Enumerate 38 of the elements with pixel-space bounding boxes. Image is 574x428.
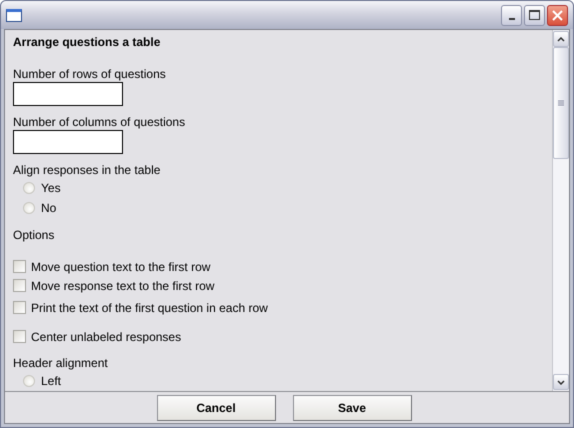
dialog-button[interactable]: Cancel xyxy=(156,394,276,420)
input-field[interactable] xyxy=(13,82,123,106)
checkbox[interactable] xyxy=(13,301,26,314)
maximize-button[interactable] xyxy=(524,4,545,26)
scrollbar[interactable] xyxy=(552,30,569,391)
checkbox-label: Center unlabeled responses xyxy=(31,328,182,344)
scroll-thumb[interactable] xyxy=(553,47,569,159)
minimize-icon xyxy=(508,18,514,20)
chevron-down-icon xyxy=(557,380,565,384)
close-icon xyxy=(552,10,563,20)
checkbox[interactable] xyxy=(13,330,26,343)
radio-button[interactable] xyxy=(23,375,35,387)
window-icon xyxy=(6,8,22,22)
radio-label: No xyxy=(41,200,56,216)
maximize-icon xyxy=(529,10,540,20)
input-field[interactable] xyxy=(13,130,123,154)
radio-button[interactable] xyxy=(23,202,35,214)
radio-label: Left xyxy=(41,373,62,389)
checkbox-label: Print the text of the first question in each row xyxy=(31,300,268,316)
chevron-up-icon xyxy=(557,36,565,42)
options-label: Options xyxy=(13,227,54,243)
radio-button[interactable] xyxy=(23,182,35,194)
checkbox-label: Move question text to the first row xyxy=(31,258,210,274)
field-label: Number of columns of questions xyxy=(13,114,186,130)
minimize-button[interactable] xyxy=(501,4,522,26)
scroll-up-button[interactable] xyxy=(553,31,569,47)
field-label: Number of rows of questions xyxy=(13,66,166,82)
radio-label: Yes xyxy=(41,180,61,196)
checkbox[interactable] xyxy=(13,260,26,273)
checkbox[interactable] xyxy=(13,279,26,292)
close-button[interactable] xyxy=(547,4,568,26)
group-label: Header alignment xyxy=(13,355,108,371)
section-heading: Arrange questions a table xyxy=(13,34,160,50)
checkbox-label: Move response text to the first row xyxy=(31,278,214,294)
scroll-down-button[interactable] xyxy=(553,374,569,390)
dialog-button[interactable]: Save xyxy=(292,394,412,420)
group-label: Align responses in the table xyxy=(13,162,160,178)
grip-icon xyxy=(558,100,564,106)
